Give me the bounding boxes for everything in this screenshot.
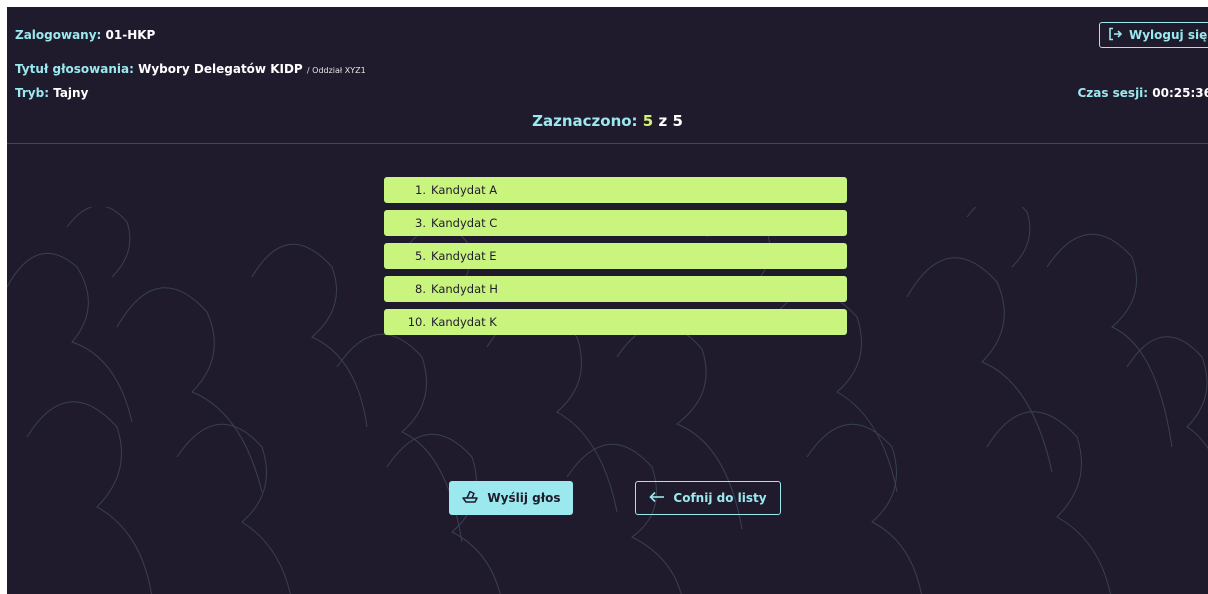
candidate-number: 10.	[407, 315, 426, 329]
logout-button[interactable]: Wyloguj się	[1099, 22, 1208, 48]
candidate-name: Kandydat H	[431, 282, 498, 296]
title-subtitle: / Oddział XYZ1	[306, 66, 366, 75]
user-value: 01-HKP	[105, 28, 156, 42]
back-to-list-button[interactable]: Cofnij do listy	[635, 481, 781, 515]
back-to-list-label: Cofnij do listy	[673, 491, 767, 505]
session-timer: Czas sesji: 00:25:36	[1077, 86, 1208, 100]
candidate-name: Kandydat A	[431, 183, 498, 197]
send-vote-label: Wyślij głos	[487, 491, 561, 505]
candidate-item[interactable]: 1. Kandydat A	[384, 177, 847, 203]
candidate-item[interactable]: 8. Kandydat H	[384, 276, 847, 302]
logged-in-user: Zalogowany: 01-HKP	[15, 28, 155, 42]
candidate-item[interactable]: 10. Kandydat K	[384, 309, 847, 335]
timer-label: Czas sesji:	[1077, 86, 1149, 100]
send-vote-button[interactable]: Wyślij głos	[449, 481, 573, 515]
candidate-item[interactable]: 5. Kandydat E	[384, 243, 847, 269]
candidate-number: 5.	[415, 249, 426, 263]
user-label: Zalogowany:	[15, 28, 102, 42]
counter-selected: 5	[642, 112, 654, 130]
arrow-left-icon	[649, 491, 665, 506]
candidate-number: 3.	[415, 216, 426, 230]
title-value: Wybory Delegatów KIDP	[138, 62, 303, 76]
candidate-number: 1.	[415, 183, 426, 197]
timer-value: 00:25:36	[1152, 86, 1208, 100]
selected-candidates-list: 1. Kandydat A 3. Kandydat C 5. Kandydat …	[384, 177, 847, 342]
candidate-name: Kandydat C	[431, 216, 498, 230]
title-label: Tytuł głosowania:	[15, 62, 134, 76]
logout-label: Wyloguj się	[1129, 28, 1208, 42]
candidate-name: Kandydat K	[431, 315, 497, 329]
voting-screen: Zalogowany: 01-HKP Tytuł głosowania: Wyb…	[7, 7, 1208, 594]
counter-label: Zaznaczono:	[532, 112, 638, 130]
voting-mode: Tryb: Tajny	[15, 86, 88, 100]
selection-counter: Zaznaczono: 5 z 5	[7, 112, 1208, 130]
candidate-name: Kandydat E	[431, 249, 497, 263]
voting-title: Tytuł głosowania: Wybory Delegatów KIDP …	[15, 62, 366, 76]
ballot-box-icon	[461, 489, 479, 508]
header-divider	[7, 143, 1208, 144]
candidate-item[interactable]: 3. Kandydat C	[384, 210, 847, 236]
counter-total: 5	[672, 112, 683, 130]
counter-separator: z	[658, 112, 668, 130]
logout-icon	[1108, 27, 1123, 44]
mode-label: Tryb:	[15, 86, 49, 100]
candidate-number: 8.	[415, 282, 426, 296]
mode-value: Tajny	[53, 86, 89, 100]
